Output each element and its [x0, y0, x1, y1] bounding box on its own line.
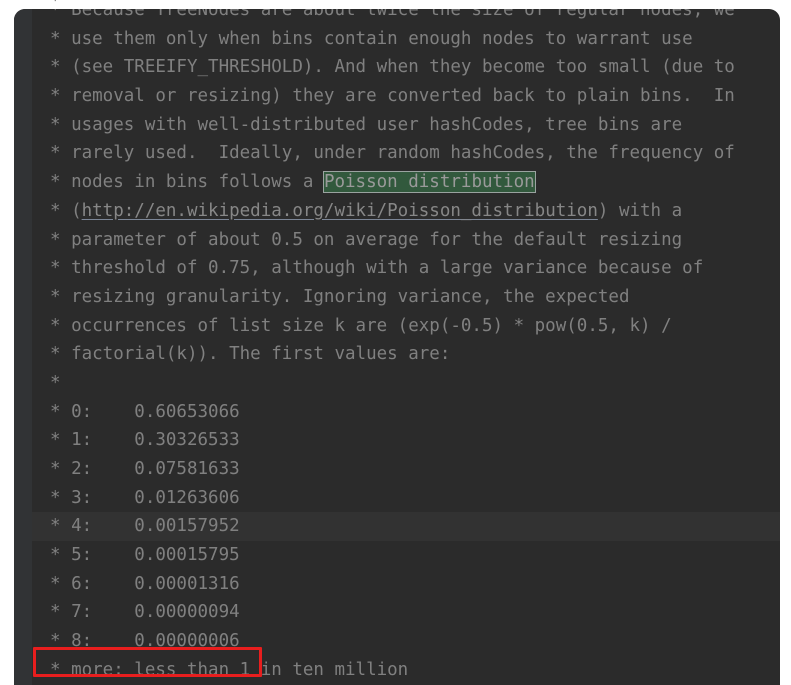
code-line[interactable]: * more: less than 1 in ten million — [32, 656, 780, 685]
code-line[interactable]: * (see TREEIFY_THRESHOLD). And when they… — [32, 53, 780, 82]
code-line[interactable]: * nodes in bins follows a Poisson distri… — [32, 168, 780, 197]
code-line[interactable]: * 7: 0.00000094 — [32, 598, 780, 627]
comment-text: * 3: 0.01263606 — [50, 487, 240, 508]
code-line[interactable]: * 3: 0.01263606 — [32, 484, 780, 513]
comment-text: * more: less than 1 in ten million — [50, 659, 409, 680]
comment-text: * 6: 0.00001316 — [50, 573, 240, 594]
comment-text: * (see TREEIFY_THRESHOLD). And when they… — [50, 57, 735, 78]
code-line[interactable]: * resizing granularity. Ignoring varianc… — [32, 283, 780, 312]
code-line[interactable]: * 4: 0.00157952 — [32, 512, 780, 542]
comment-text: ) with a — [597, 200, 683, 221]
comment-text: * 8: 0.00000006 — [50, 631, 240, 652]
code-line[interactable]: * 6: 0.00001316 — [32, 570, 780, 599]
code-text-area[interactable]: * Because TreeNodes are about twice the … — [32, 9, 780, 685]
comment-text: * Because TreeNodes are about twice the … — [50, 9, 735, 20]
search-match-highlight[interactable]: Poisson distribution — [322, 171, 536, 194]
comment-text: * factorial(k)). The first values are: — [50, 344, 451, 365]
comment-text: * usages with well-distributed user hash… — [50, 114, 683, 135]
code-line[interactable]: * usages with well-distributed user hash… — [32, 111, 780, 140]
comment-text: * rarely used. Ideally, under random has… — [50, 143, 735, 164]
code-line[interactable]: * (http://en.wikipedia.org/wiki/Poisson_… — [32, 197, 780, 226]
code-line[interactable]: * 1: 0.30326533 — [32, 426, 780, 455]
code-line[interactable]: * rarely used. Ideally, under random has… — [32, 139, 780, 168]
comment-text: * removal or resizing) they are converte… — [50, 86, 735, 107]
code-line[interactable]: * 2: 0.07581633 — [32, 455, 780, 484]
comment-text: * resizing granularity. Ignoring varianc… — [50, 286, 630, 307]
comment-text: * 5: 0.00015795 — [50, 545, 240, 566]
comment-text: * 1: 0.30326533 — [50, 430, 240, 451]
wikipedia-link[interactable]: http://en.wikipedia.org/wiki/Poisson_dis… — [82, 201, 598, 221]
editor-gutter[interactable] — [14, 9, 32, 685]
code-line[interactable]: * occurrences of list size k are (exp(-0… — [32, 312, 780, 341]
comment-text: * occurrences of list size k are (exp(-0… — [50, 315, 672, 336]
comment-text: * 4: 0.00157952 — [50, 516, 240, 537]
comment-text: * parameter of about 0.5 on average for … — [50, 229, 683, 250]
code-line[interactable]: * 0: 0.60653066 — [32, 398, 780, 427]
code-line[interactable]: * threshold of 0.75, although with a lar… — [32, 254, 780, 283]
screenshot-root: * * Because TreeNodes are about twice th… — [0, 0, 791, 685]
comment-text: * 0: 0.60653066 — [50, 401, 240, 422]
code-line[interactable]: * 8: 0.00000006 — [32, 627, 780, 656]
code-line[interactable]: * 5: 0.00015795 — [32, 541, 780, 570]
code-line[interactable]: * removal or resizing) they are converte… — [32, 82, 780, 111]
comment-text: * nodes in bins follows a — [50, 172, 324, 193]
code-editor-panel[interactable]: * Because TreeNodes are about twice the … — [14, 9, 780, 685]
comment-text: * 2: 0.07581633 — [50, 459, 240, 479]
code-line[interactable]: * factorial(k)). The first values are: — [32, 340, 780, 369]
comment-text: * use them only when bins contain enough… — [50, 28, 693, 49]
code-line[interactable]: * use them only when bins contain enough… — [32, 25, 780, 54]
comment-text: * 7: 0.00000094 — [50, 602, 240, 623]
code-line[interactable]: * Because TreeNodes are about twice the … — [32, 9, 780, 25]
code-line[interactable]: * — [32, 369, 780, 398]
comment-text: * — [50, 372, 61, 393]
comment-text: * ( — [50, 200, 82, 221]
code-lines-container: * Because TreeNodes are about twice the … — [32, 9, 780, 685]
comment-text: * threshold of 0.75, although with a lar… — [50, 258, 704, 279]
code-line[interactable]: * parameter of about 0.5 on average for … — [32, 226, 780, 255]
